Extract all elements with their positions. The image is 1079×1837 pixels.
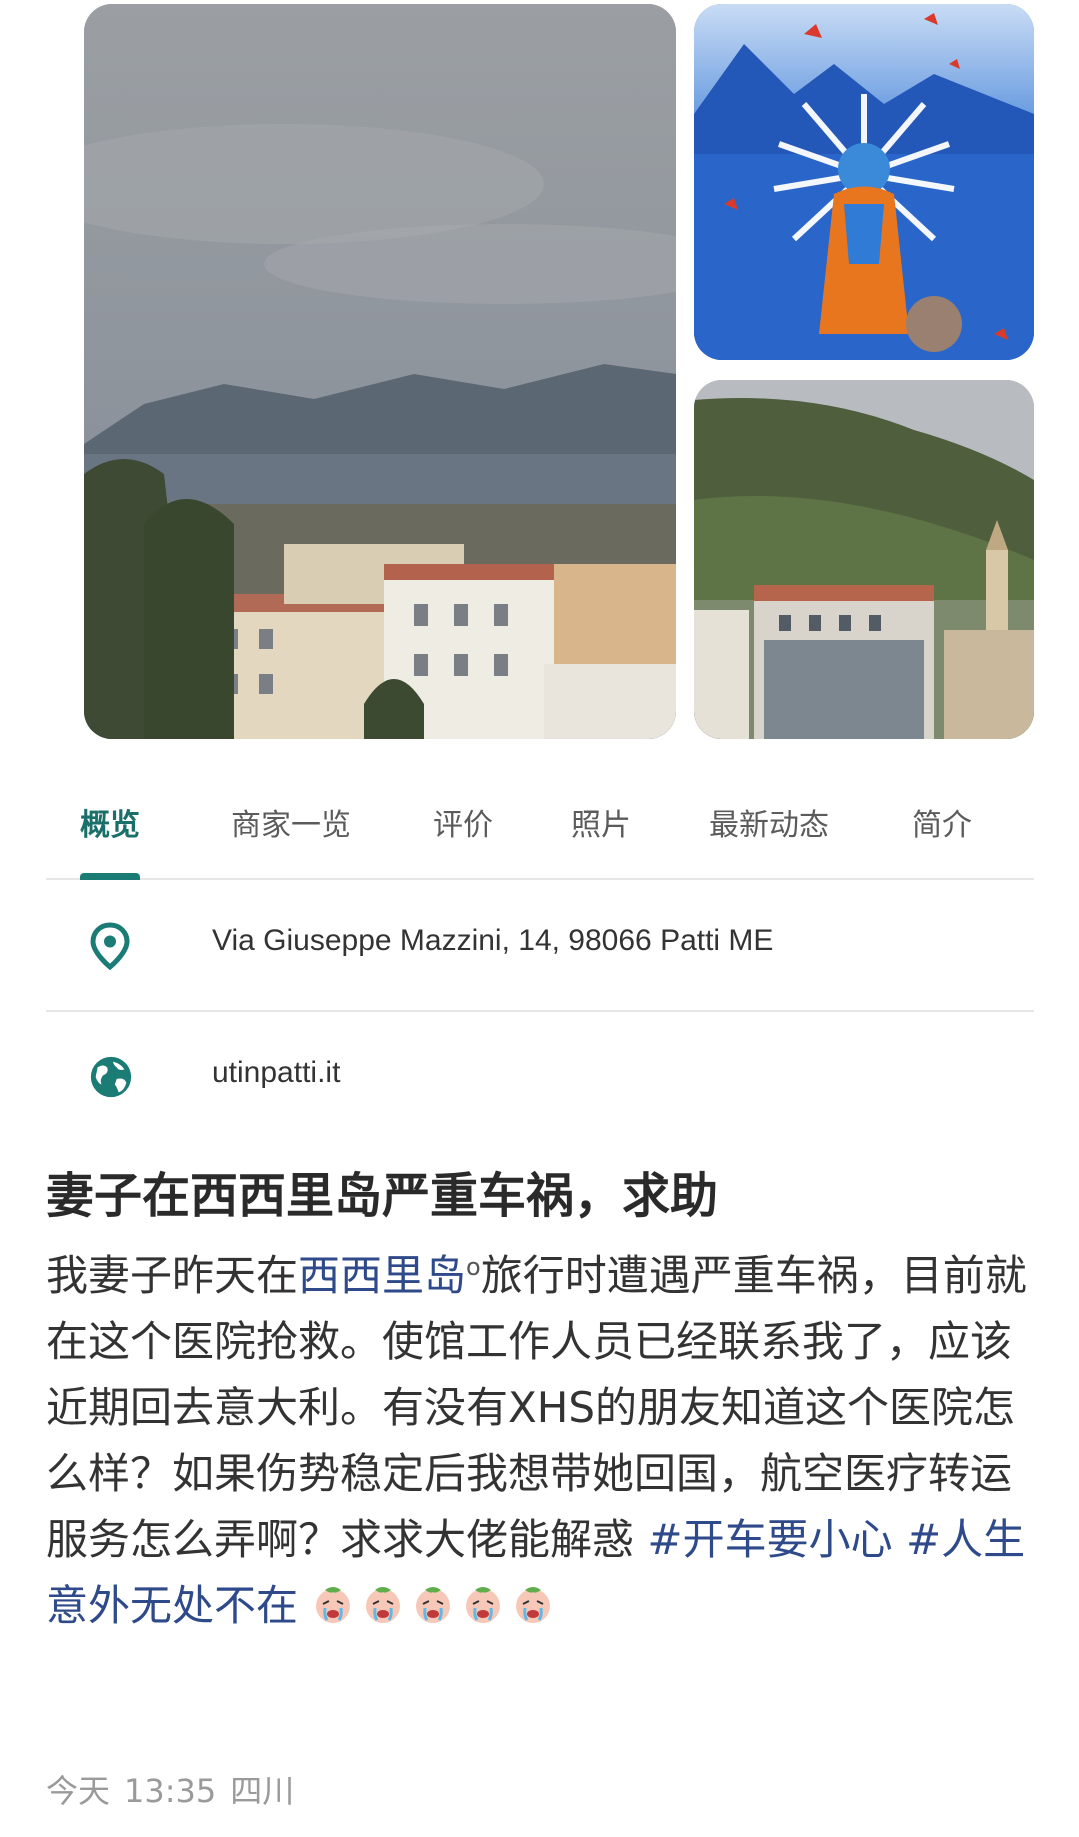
- website-row[interactable]: utinpatti.it: [46, 1012, 1034, 1142]
- post-body-prefix: 我妻子昨天在: [46, 1251, 299, 1300]
- devotional-art-image: [694, 4, 1034, 360]
- tab-reviews-label: 评价: [433, 808, 493, 843]
- post-meta: 今天 13:35 四川: [46, 1766, 308, 1812]
- post-location: 四川: [230, 1772, 295, 1810]
- post-date: 今天: [46, 1772, 111, 1810]
- crying-face-emoji: [361, 1579, 405, 1623]
- tab-photos-label: 照片: [571, 808, 631, 843]
- tab-reviews[interactable]: 评价: [433, 800, 493, 878]
- tab-photos[interactable]: 照片: [571, 800, 631, 878]
- post-title: 妻子在西西里岛严重车祸，求助: [46, 1168, 719, 1224]
- crying-face-emoji: [461, 1579, 505, 1623]
- address-text: Via Giuseppe Mazzini, 14, 98066 Patti ME: [212, 924, 774, 957]
- keyword-search-link[interactable]: 西西里岛: [298, 1251, 466, 1300]
- tab-businesses[interactable]: 商家一览: [231, 800, 351, 878]
- photo-gallery: [0, 0, 1079, 745]
- crying-face-emoji: [511, 1579, 555, 1623]
- place-tab-bar: 概览 商家一览 评价 照片 最新动态 简介: [46, 782, 1034, 880]
- tab-businesses-label: 商家一览: [231, 808, 351, 843]
- globe-icon: [88, 1054, 132, 1102]
- search-icon[interactable]: 𝗈: [466, 1253, 481, 1281]
- crying-face-emoji: [411, 1579, 455, 1623]
- gallery-photo-bottom-right[interactable]: [694, 380, 1034, 739]
- tab-about[interactable]: 简介: [912, 800, 972, 878]
- location-pin-icon: [88, 922, 132, 971]
- hashtag-drive-carefully[interactable]: #开车要小心: [647, 1515, 892, 1564]
- address-row[interactable]: Via Giuseppe Mazzini, 14, 98066 Patti ME: [46, 880, 1034, 1012]
- hillside-town-image: [694, 380, 1034, 739]
- town-landscape-image: [84, 4, 676, 739]
- gallery-photo-top-right[interactable]: [694, 4, 1034, 360]
- tab-overview[interactable]: 概览: [80, 800, 140, 880]
- tab-overview-label: 概览: [80, 808, 140, 843]
- post-body: 我妻子昨天在西西里岛𝗈旅行时遭遇严重车祸，目前就在这个医院抢救。使馆工作人员已经…: [46, 1243, 1036, 1639]
- tab-updates-label: 最新动态: [709, 808, 829, 843]
- crying-face-emoji: [311, 1579, 355, 1623]
- tab-about-label: 简介: [912, 808, 972, 843]
- website-link[interactable]: utinpatti.it: [212, 1056, 340, 1090]
- gallery-photo-main[interactable]: [84, 4, 676, 739]
- active-tab-indicator: [80, 873, 140, 880]
- post-time: 13:35: [124, 1772, 217, 1810]
- tab-updates[interactable]: 最新动态: [709, 800, 829, 878]
